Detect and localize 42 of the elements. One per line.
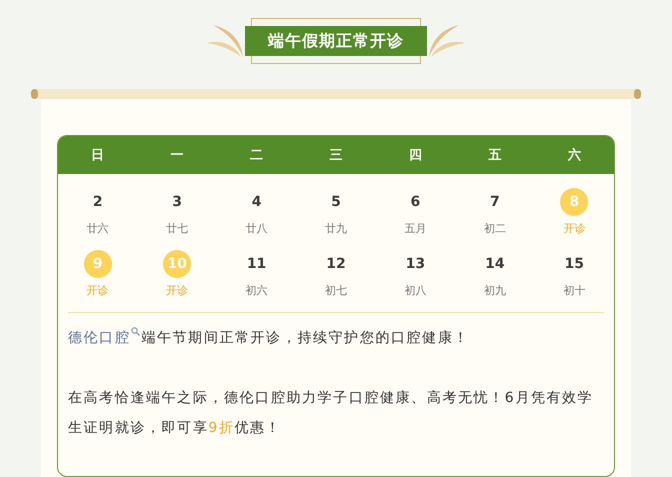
weekday-label: 五	[487, 147, 502, 164]
lunar-date: 五月	[404, 221, 426, 236]
lunar-date: 开诊	[166, 283, 188, 298]
date-number: 15	[564, 255, 586, 274]
weekday-label: 六	[566, 146, 582, 164]
lunar-date: 开诊	[563, 221, 586, 236]
lunar-date: 廿九	[324, 221, 347, 236]
lunar-date: 廿七	[166, 221, 188, 236]
open-date-badge: 8	[560, 188, 588, 216]
notice-sentence: 德伦口腔 端午节期间正常开诊，持续守护您的口腔健康！	[58, 323, 614, 353]
date-number: 11	[246, 255, 268, 274]
date-number: 7	[488, 193, 501, 212]
date-number: 12	[325, 255, 347, 274]
lunar-date: 廿八	[246, 221, 268, 236]
date-number: 6	[410, 193, 422, 212]
date-number: 4	[250, 193, 262, 212]
lunar-date: 开诊	[86, 283, 109, 298]
lunar-date: 初七	[324, 283, 347, 298]
lunar-date: 初二	[484, 221, 506, 236]
search-icon	[131, 327, 140, 336]
weekday-label: 一	[170, 147, 185, 164]
open-date-badge: 10	[163, 250, 192, 278]
date-number: 3	[171, 193, 183, 212]
open-date-badge: 9	[84, 250, 112, 278]
lunar-date: 初十	[563, 283, 586, 298]
banner-title: 端午假期正常开诊	[245, 26, 427, 56]
weekday-label: 三	[328, 147, 344, 164]
leaf-icon	[207, 23, 245, 60]
weekday-label: 二	[249, 147, 264, 164]
clinic-link[interactable]: 德伦口腔	[68, 330, 130, 346]
weekday-label: 四	[408, 147, 423, 164]
lunar-date: 初八	[404, 283, 426, 298]
lunar-date: 廿六	[86, 221, 109, 236]
lunar-date: 初六	[246, 283, 268, 298]
leaf-icon	[427, 23, 465, 60]
lunar-date: 初九	[484, 283, 506, 298]
weekday-label: 日	[90, 147, 106, 164]
date-number: 5	[330, 193, 342, 212]
date-number: 13	[404, 255, 426, 274]
date-number: 2	[92, 193, 104, 212]
promotion-paragraph: 在高考恰逢端午之际，德伦口腔助力学子口腔健康、高考无忧！6月凭有效学生证明就诊，即可享9折优惠！	[67, 389, 594, 438]
date-number: 14	[484, 255, 506, 274]
